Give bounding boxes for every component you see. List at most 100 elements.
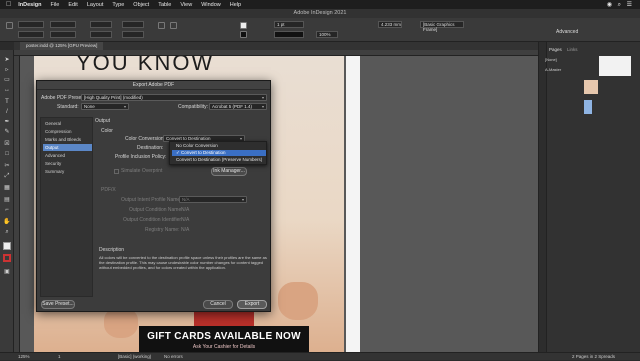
stroke-type-select[interactable] xyxy=(274,31,304,38)
save-preset-button[interactable]: Save Preset... xyxy=(41,300,75,309)
export-button[interactable]: Export xyxy=(237,300,267,309)
destination-label: Destination: xyxy=(137,145,164,151)
standard-label: Standard: xyxy=(57,104,79,110)
page-1-thumb[interactable] xyxy=(584,80,598,94)
a-master-thumb-right[interactable] xyxy=(615,66,631,76)
dialog-title: Export Adobe PDF xyxy=(37,81,270,90)
none-master-thumb-right[interactable] xyxy=(615,56,631,66)
preset-value: [High Quality Print] (modified) xyxy=(84,95,143,100)
menu-option-preserve-numbers[interactable]: Convert to Destination (Preserve Numbers… xyxy=(172,157,266,163)
screen-mode-icon[interactable]: ▣ xyxy=(3,268,11,276)
control-bar: 1 pt 100% 4.233 mm [Basic Graphics Frame… xyxy=(0,18,640,42)
type-tool-icon[interactable]: T xyxy=(3,98,11,106)
page-tool-icon[interactable]: ▭ xyxy=(3,76,11,84)
note-tool-icon[interactable]: ▤ xyxy=(3,196,11,204)
status-bar: 125% 1 [Basic] (working) No errors 2 Pag… xyxy=(0,352,640,360)
menu-table[interactable]: Table xyxy=(158,2,171,8)
none-master-thumb[interactable] xyxy=(599,56,615,66)
hand-right-shape xyxy=(278,282,318,320)
a-master-thumb[interactable] xyxy=(599,66,615,76)
object-style-select[interactable]: [Basic Graphics Frame] xyxy=(420,21,464,32)
stroke-weight-field[interactable]: 1 pt xyxy=(274,21,304,28)
chevron-down-icon: ▾ xyxy=(261,95,264,100)
nav-marks-and-bleeds[interactable]: Marks and Bleeds xyxy=(43,136,92,143)
reference-point-icon[interactable] xyxy=(6,22,13,29)
export-pdf-dialog: Export Adobe PDF Adobe PDF Preset: [High… xyxy=(36,80,271,312)
hand-tool-icon[interactable]: ✋ xyxy=(3,218,11,226)
fill-swatch-icon[interactable] xyxy=(240,22,247,29)
simulate-overprint-checkbox[interactable] xyxy=(114,169,119,174)
selection-tool-icon[interactable]: ➤ xyxy=(3,56,11,64)
menu-view[interactable]: View xyxy=(180,2,192,8)
tab-pages[interactable]: Pages xyxy=(549,47,562,52)
preset-select[interactable]: [High Quality Print] (modified) ▾ xyxy=(81,94,267,101)
menu-option-convert-destination-label: Convert to Destination xyxy=(181,150,226,155)
menu-window[interactable]: Window xyxy=(201,2,221,8)
nav-security[interactable]: Security xyxy=(43,160,92,167)
cancel-button[interactable]: Cancel xyxy=(203,300,233,309)
a-master[interactable]: A-Master xyxy=(545,67,561,72)
stroke-swatch-icon[interactable] xyxy=(240,31,247,38)
size-field[interactable]: 4.233 mm xyxy=(378,21,402,28)
nav-advanced[interactable]: Advanced xyxy=(43,152,92,159)
scale-y-field[interactable] xyxy=(90,31,112,38)
menu-object[interactable]: Object xyxy=(133,2,149,8)
nav-output[interactable]: Output xyxy=(43,144,92,151)
free-transform-tool-icon[interactable]: ⤢ xyxy=(3,172,11,180)
menu-option-convert-destination[interactable]: ✓ Convert to Destination xyxy=(172,150,266,156)
shear-field[interactable] xyxy=(122,31,144,38)
rotate-field[interactable] xyxy=(122,21,144,28)
tab-links[interactable]: Links xyxy=(567,47,578,52)
document-tab[interactable]: poster.indd @ 125% [GPU Preview] xyxy=(20,42,104,50)
gradient-tool-icon[interactable]: ▦ xyxy=(3,184,11,192)
nav-general[interactable]: General xyxy=(43,120,92,127)
gap-tool-icon[interactable]: ↔ xyxy=(3,86,11,94)
opacity-field[interactable]: 100% xyxy=(316,31,338,38)
apple-menu-icon[interactable]:  xyxy=(6,1,11,8)
menu-edit[interactable]: Edit xyxy=(68,2,77,8)
nav-summary[interactable]: Summary xyxy=(43,168,92,175)
workspace-switcher[interactable]: Advanced xyxy=(556,29,578,35)
height-field[interactable] xyxy=(50,31,76,38)
compatibility-value: Acrobat 5 (PDF 1.4) xyxy=(212,104,253,109)
menu-layout[interactable]: Layout xyxy=(87,2,104,8)
standard-select[interactable]: None ▾ xyxy=(81,103,129,110)
width-field[interactable] xyxy=(50,21,76,28)
simulate-overprint-label: Simulate Overprint xyxy=(121,168,163,174)
hand-left-shape xyxy=(104,308,138,338)
rectangle-tool-icon[interactable]: □ xyxy=(3,150,11,158)
pen-tool-icon[interactable]: ✒ xyxy=(3,118,11,126)
rectangle-frame-tool-icon[interactable]: ☒ xyxy=(3,140,11,148)
menu-file[interactable]: File xyxy=(50,2,59,8)
zoom-tool-icon[interactable]: ⌕ xyxy=(3,228,11,236)
menu-type[interactable]: Type xyxy=(112,2,124,8)
stroke-color-icon[interactable] xyxy=(3,254,11,262)
registry-value: N/A xyxy=(181,227,190,233)
page-2-thumb[interactable] xyxy=(584,100,592,114)
menu-help[interactable]: Help xyxy=(230,2,241,8)
output-intent-select[interactable]: N/A ▾ xyxy=(179,196,247,203)
standard-value: None xyxy=(84,104,95,109)
x-field[interactable] xyxy=(18,21,44,28)
flip-horizontal-icon[interactable] xyxy=(158,22,165,29)
compatibility-select[interactable]: Acrobat 5 (PDF 1.4) ▾ xyxy=(209,103,267,110)
nav-compression[interactable]: Compression xyxy=(43,128,92,135)
promo-banner: GIFT CARDS AVAILABLE NOW Ask Your Cashie… xyxy=(139,326,309,352)
output-intent-value: N/A xyxy=(182,197,190,202)
panel-dock xyxy=(539,42,547,352)
flip-vertical-icon[interactable] xyxy=(170,22,177,29)
y-field[interactable] xyxy=(18,31,44,38)
none-master[interactable]: [None] xyxy=(545,57,557,62)
pencil-tool-icon[interactable]: ✎ xyxy=(3,128,11,136)
registry-label: Registry Name: xyxy=(145,227,180,233)
direct-selection-tool-icon[interactable]: ▹ xyxy=(3,66,11,74)
menu-option-no-conversion[interactable]: No Color Conversion xyxy=(172,143,266,149)
scissors-tool-icon[interactable]: ✂ xyxy=(3,162,11,170)
fill-color-icon[interactable] xyxy=(3,242,11,250)
menu-app[interactable]: InDesign xyxy=(18,2,41,8)
eyedropper-tool-icon[interactable]: ⌐ xyxy=(3,206,11,214)
document-tab-bar: poster.indd @ 125% [GPU Preview] xyxy=(14,42,538,50)
scale-x-field[interactable] xyxy=(90,21,112,28)
ink-manager-button[interactable]: Ink Manager... xyxy=(211,167,247,176)
line-tool-icon[interactable]: / xyxy=(3,108,11,116)
